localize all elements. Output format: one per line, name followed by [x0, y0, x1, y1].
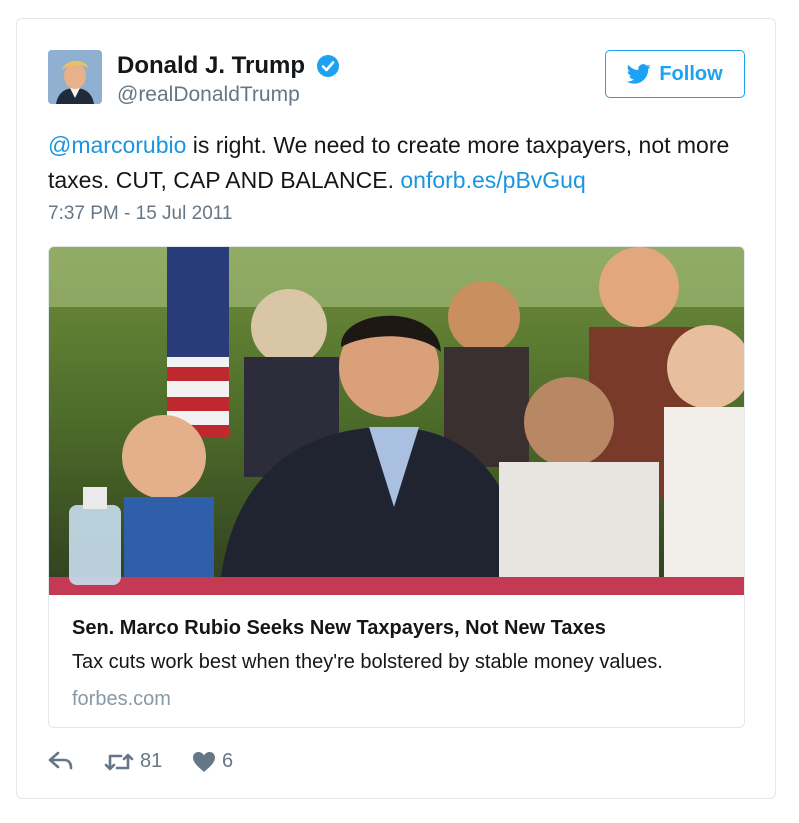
tweet-link[interactable]: onforb.es/pBvGuq [400, 167, 585, 193]
author-handle[interactable]: @realDonaldTrump [117, 83, 300, 107]
card-title: Sen. Marco Rubio Seeks New Taxpayers, No… [72, 617, 606, 639]
card-domain: forbes.com [72, 688, 171, 710]
retweet-icon [104, 753, 134, 770]
reply-button[interactable] [48, 750, 74, 772]
follow-label: Follow [659, 62, 723, 85]
retweet-button[interactable]: 81 [104, 750, 162, 773]
author-name[interactable]: Donald J. Trump [117, 52, 305, 80]
card-description: Tax cuts work best when they're bolstere… [72, 651, 663, 673]
article-photo [49, 247, 744, 595]
like-count: 6 [222, 750, 234, 772]
verified-badge-icon [317, 55, 339, 77]
mention-link[interactable]: @marcorubio [48, 132, 186, 158]
heart-icon [193, 751, 215, 772]
tweet-text: @marcorubio is right. We need to create … [48, 128, 748, 198]
follow-button[interactable]: Follow [605, 50, 745, 98]
reply-icon [48, 751, 73, 770]
tweet-timestamp[interactable]: 7:37 PM - 15 Jul 2011 [48, 203, 232, 225]
link-card[interactable]: Sen. Marco Rubio Seeks New Taxpayers, No… [48, 246, 745, 728]
retweet-count: 81 [140, 750, 163, 772]
like-button[interactable]: 6 [192, 750, 233, 773]
twitter-bird-icon [627, 64, 651, 84]
profile-avatar[interactable] [48, 50, 102, 104]
